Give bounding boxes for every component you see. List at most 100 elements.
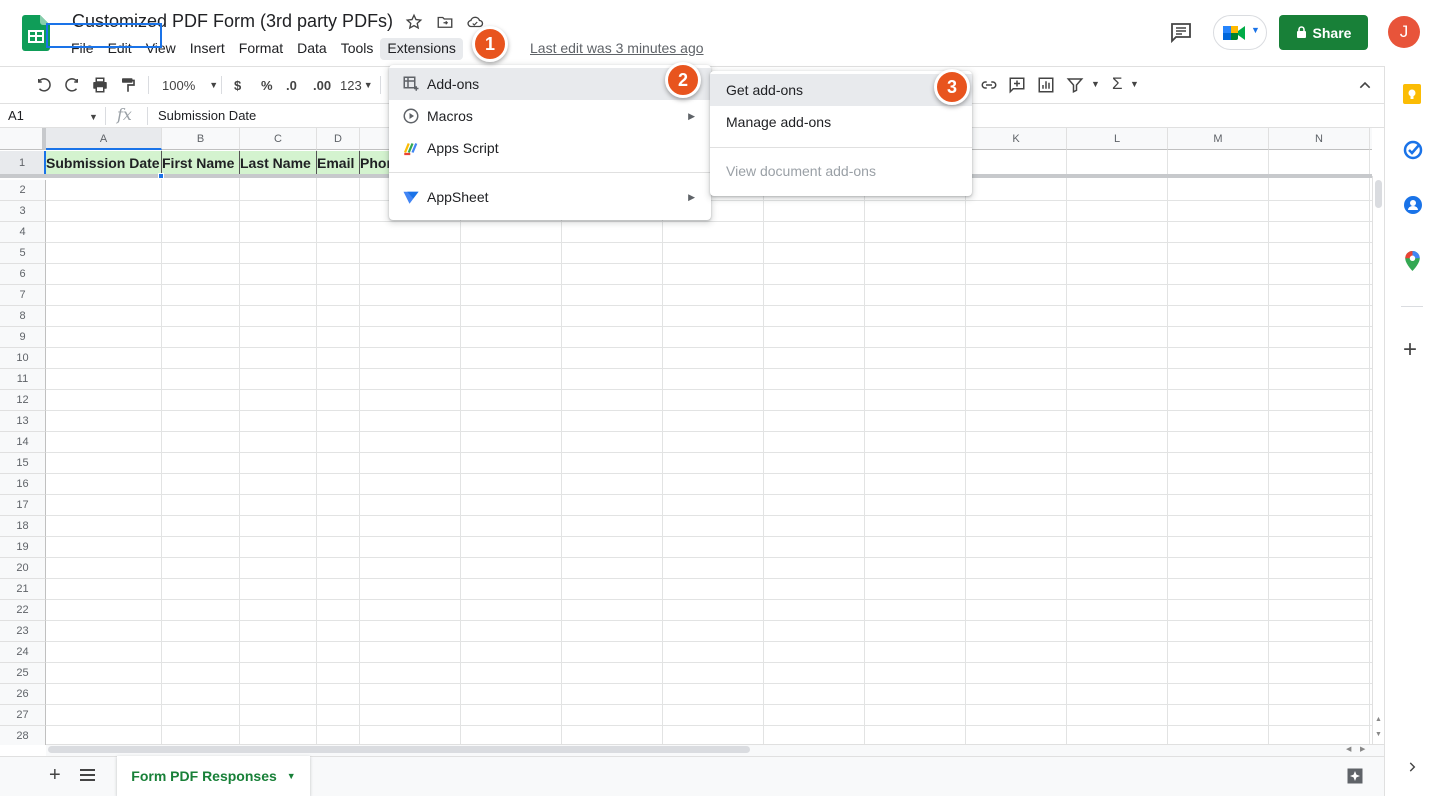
row-header-19[interactable]: 19 xyxy=(0,537,46,558)
spreadsheet-grid[interactable]: ABCDEFGHIJKLMNO1234567891011121314151617… xyxy=(0,128,1372,745)
insert-comment-icon[interactable] xyxy=(1008,76,1026,94)
row-header-24[interactable]: 24 xyxy=(0,642,46,663)
select-all-corner[interactable] xyxy=(0,128,46,150)
collapse-toolbar-icon[interactable] xyxy=(1357,77,1373,93)
functions-dropdown-icon[interactable]: ▼ xyxy=(1130,79,1139,89)
column-header-a[interactable]: A xyxy=(46,128,162,150)
menu-insert[interactable]: Insert xyxy=(183,38,232,60)
row-header-9[interactable]: 9 xyxy=(0,327,46,348)
maps-icon[interactable] xyxy=(1404,251,1421,271)
row-header-4[interactable]: 4 xyxy=(0,222,46,243)
header-cell[interactable]: First Name xyxy=(162,151,240,175)
fill-handle[interactable] xyxy=(158,173,164,179)
row-header-25[interactable]: 25 xyxy=(0,663,46,684)
column-header-c[interactable]: C xyxy=(240,128,317,150)
all-sheets-icon[interactable] xyxy=(80,768,95,782)
menu-data[interactable]: Data xyxy=(290,38,334,60)
column-header-n[interactable]: N xyxy=(1269,128,1370,150)
tasks-icon[interactable] xyxy=(1403,140,1423,160)
decrease-decimal-button[interactable]: .0 xyxy=(286,75,297,95)
increase-decimal-button[interactable]: .00 xyxy=(313,75,331,95)
zoom-select[interactable]: 100% ▼ xyxy=(162,75,218,95)
account-avatar[interactable]: J xyxy=(1388,16,1420,48)
row-header-20[interactable]: 20 xyxy=(0,558,46,579)
column-header-o[interactable]: O xyxy=(1370,128,1372,150)
sheet-tab-active[interactable]: Form PDF Responses ▼ xyxy=(117,756,310,796)
meet-button[interactable]: ▼ xyxy=(1213,15,1267,50)
column-header-b[interactable]: B xyxy=(162,128,240,150)
column-header-l[interactable]: L xyxy=(1067,128,1168,150)
row-header-3[interactable]: 3 xyxy=(0,201,46,222)
vertical-scrollbar[interactable] xyxy=(1372,176,1384,744)
menu-tools[interactable]: Tools xyxy=(334,38,381,60)
undo-icon[interactable] xyxy=(35,76,53,94)
row-header-2[interactable]: 2 xyxy=(0,180,46,201)
expand-panel-icon[interactable] xyxy=(1405,760,1419,774)
row-header-27[interactable]: 27 xyxy=(0,705,46,726)
keep-icon[interactable] xyxy=(1403,84,1421,104)
row-header-17[interactable]: 17 xyxy=(0,495,46,516)
add-sheet-icon[interactable]: + xyxy=(49,764,61,787)
menu-extensions[interactable]: Extensions xyxy=(380,38,463,60)
column-header-d[interactable]: D xyxy=(317,128,360,150)
explore-icon[interactable] xyxy=(1345,766,1365,786)
row-header-1[interactable]: 1 xyxy=(0,151,46,176)
row-header-11[interactable]: 11 xyxy=(0,369,46,390)
menu-format[interactable]: Format xyxy=(232,38,290,60)
insert-chart-icon[interactable] xyxy=(1037,76,1055,94)
row-header-26[interactable]: 26 xyxy=(0,684,46,705)
more-formats-button[interactable]: 123 ▼ xyxy=(340,75,373,95)
name-box[interactable]: A1 xyxy=(8,108,24,123)
row-header-13[interactable]: 13 xyxy=(0,411,46,432)
sheet-tab-dropdown-icon[interactable]: ▼ xyxy=(287,771,296,781)
name-box-dropdown-icon[interactable]: ▼ xyxy=(89,112,98,122)
scroll-down-icon[interactable]: ▼ xyxy=(1375,731,1382,738)
header-cell[interactable]: Email xyxy=(317,151,360,175)
get-addons-plus-icon[interactable]: + xyxy=(1403,336,1417,364)
menu-item-appsheet[interactable]: AppSheet ▶ xyxy=(389,181,711,213)
row-header-21[interactable]: 21 xyxy=(0,579,46,600)
menu-item-get-add-ons[interactable]: Get add-ons xyxy=(710,74,972,106)
insert-link-icon[interactable] xyxy=(979,76,999,94)
horizontal-scroll-thumb[interactable] xyxy=(48,746,750,753)
column-header-k[interactable]: K xyxy=(966,128,1067,150)
header-cell[interactable]: Submission Date xyxy=(46,151,162,175)
filter-dropdown-icon[interactable]: ▼ xyxy=(1091,79,1100,89)
column-header-m[interactable]: M xyxy=(1168,128,1269,150)
header-cell[interactable]: Last Name xyxy=(240,151,317,175)
star-icon[interactable] xyxy=(405,13,423,31)
menu-item-manage-add-ons[interactable]: Manage add-ons xyxy=(710,106,972,138)
scroll-right-icon[interactable]: ▶ xyxy=(1360,745,1365,753)
last-edit-link[interactable]: Last edit was 3 minutes ago xyxy=(530,40,704,56)
percent-format-button[interactable]: % xyxy=(261,75,273,95)
selected-cell-a1[interactable] xyxy=(46,23,162,48)
print-icon[interactable] xyxy=(91,76,109,94)
row-header-18[interactable]: 18 xyxy=(0,516,46,537)
row-header-16[interactable]: 16 xyxy=(0,474,46,495)
row-header-7[interactable]: 7 xyxy=(0,285,46,306)
formula-input[interactable]: Submission Date xyxy=(158,108,256,123)
scroll-left-icon[interactable]: ◀ xyxy=(1346,745,1351,753)
row-header-22[interactable]: 22 xyxy=(0,600,46,621)
vertical-scroll-thumb[interactable] xyxy=(1375,180,1382,208)
row-header-10[interactable]: 10 xyxy=(0,348,46,369)
comments-icon[interactable] xyxy=(1168,20,1194,44)
row-header-15[interactable]: 15 xyxy=(0,453,46,474)
row-header-8[interactable]: 8 xyxy=(0,306,46,327)
row-header-14[interactable]: 14 xyxy=(0,432,46,453)
share-button[interactable]: Share xyxy=(1279,15,1368,50)
menu-item-add-ons[interactable]: Add-ons xyxy=(389,68,711,100)
row-header-28[interactable]: 28 xyxy=(0,726,46,745)
header-cell[interactable]: Phone xyxy=(360,151,390,175)
menu-item-macros[interactable]: Macros ▶ xyxy=(389,100,711,132)
row-header-12[interactable]: 12 xyxy=(0,390,46,411)
menu-item-apps-script[interactable]: Apps Script xyxy=(389,132,711,164)
move-folder-icon[interactable] xyxy=(436,13,454,31)
redo-icon[interactable] xyxy=(63,76,81,94)
contacts-icon[interactable] xyxy=(1403,195,1423,215)
paint-format-icon[interactable] xyxy=(119,76,137,94)
scroll-up-icon[interactable]: ▲ xyxy=(1375,716,1382,723)
row-header-23[interactable]: 23 xyxy=(0,621,46,642)
filter-icon[interactable] xyxy=(1066,76,1084,94)
row-header-5[interactable]: 5 xyxy=(0,243,46,264)
